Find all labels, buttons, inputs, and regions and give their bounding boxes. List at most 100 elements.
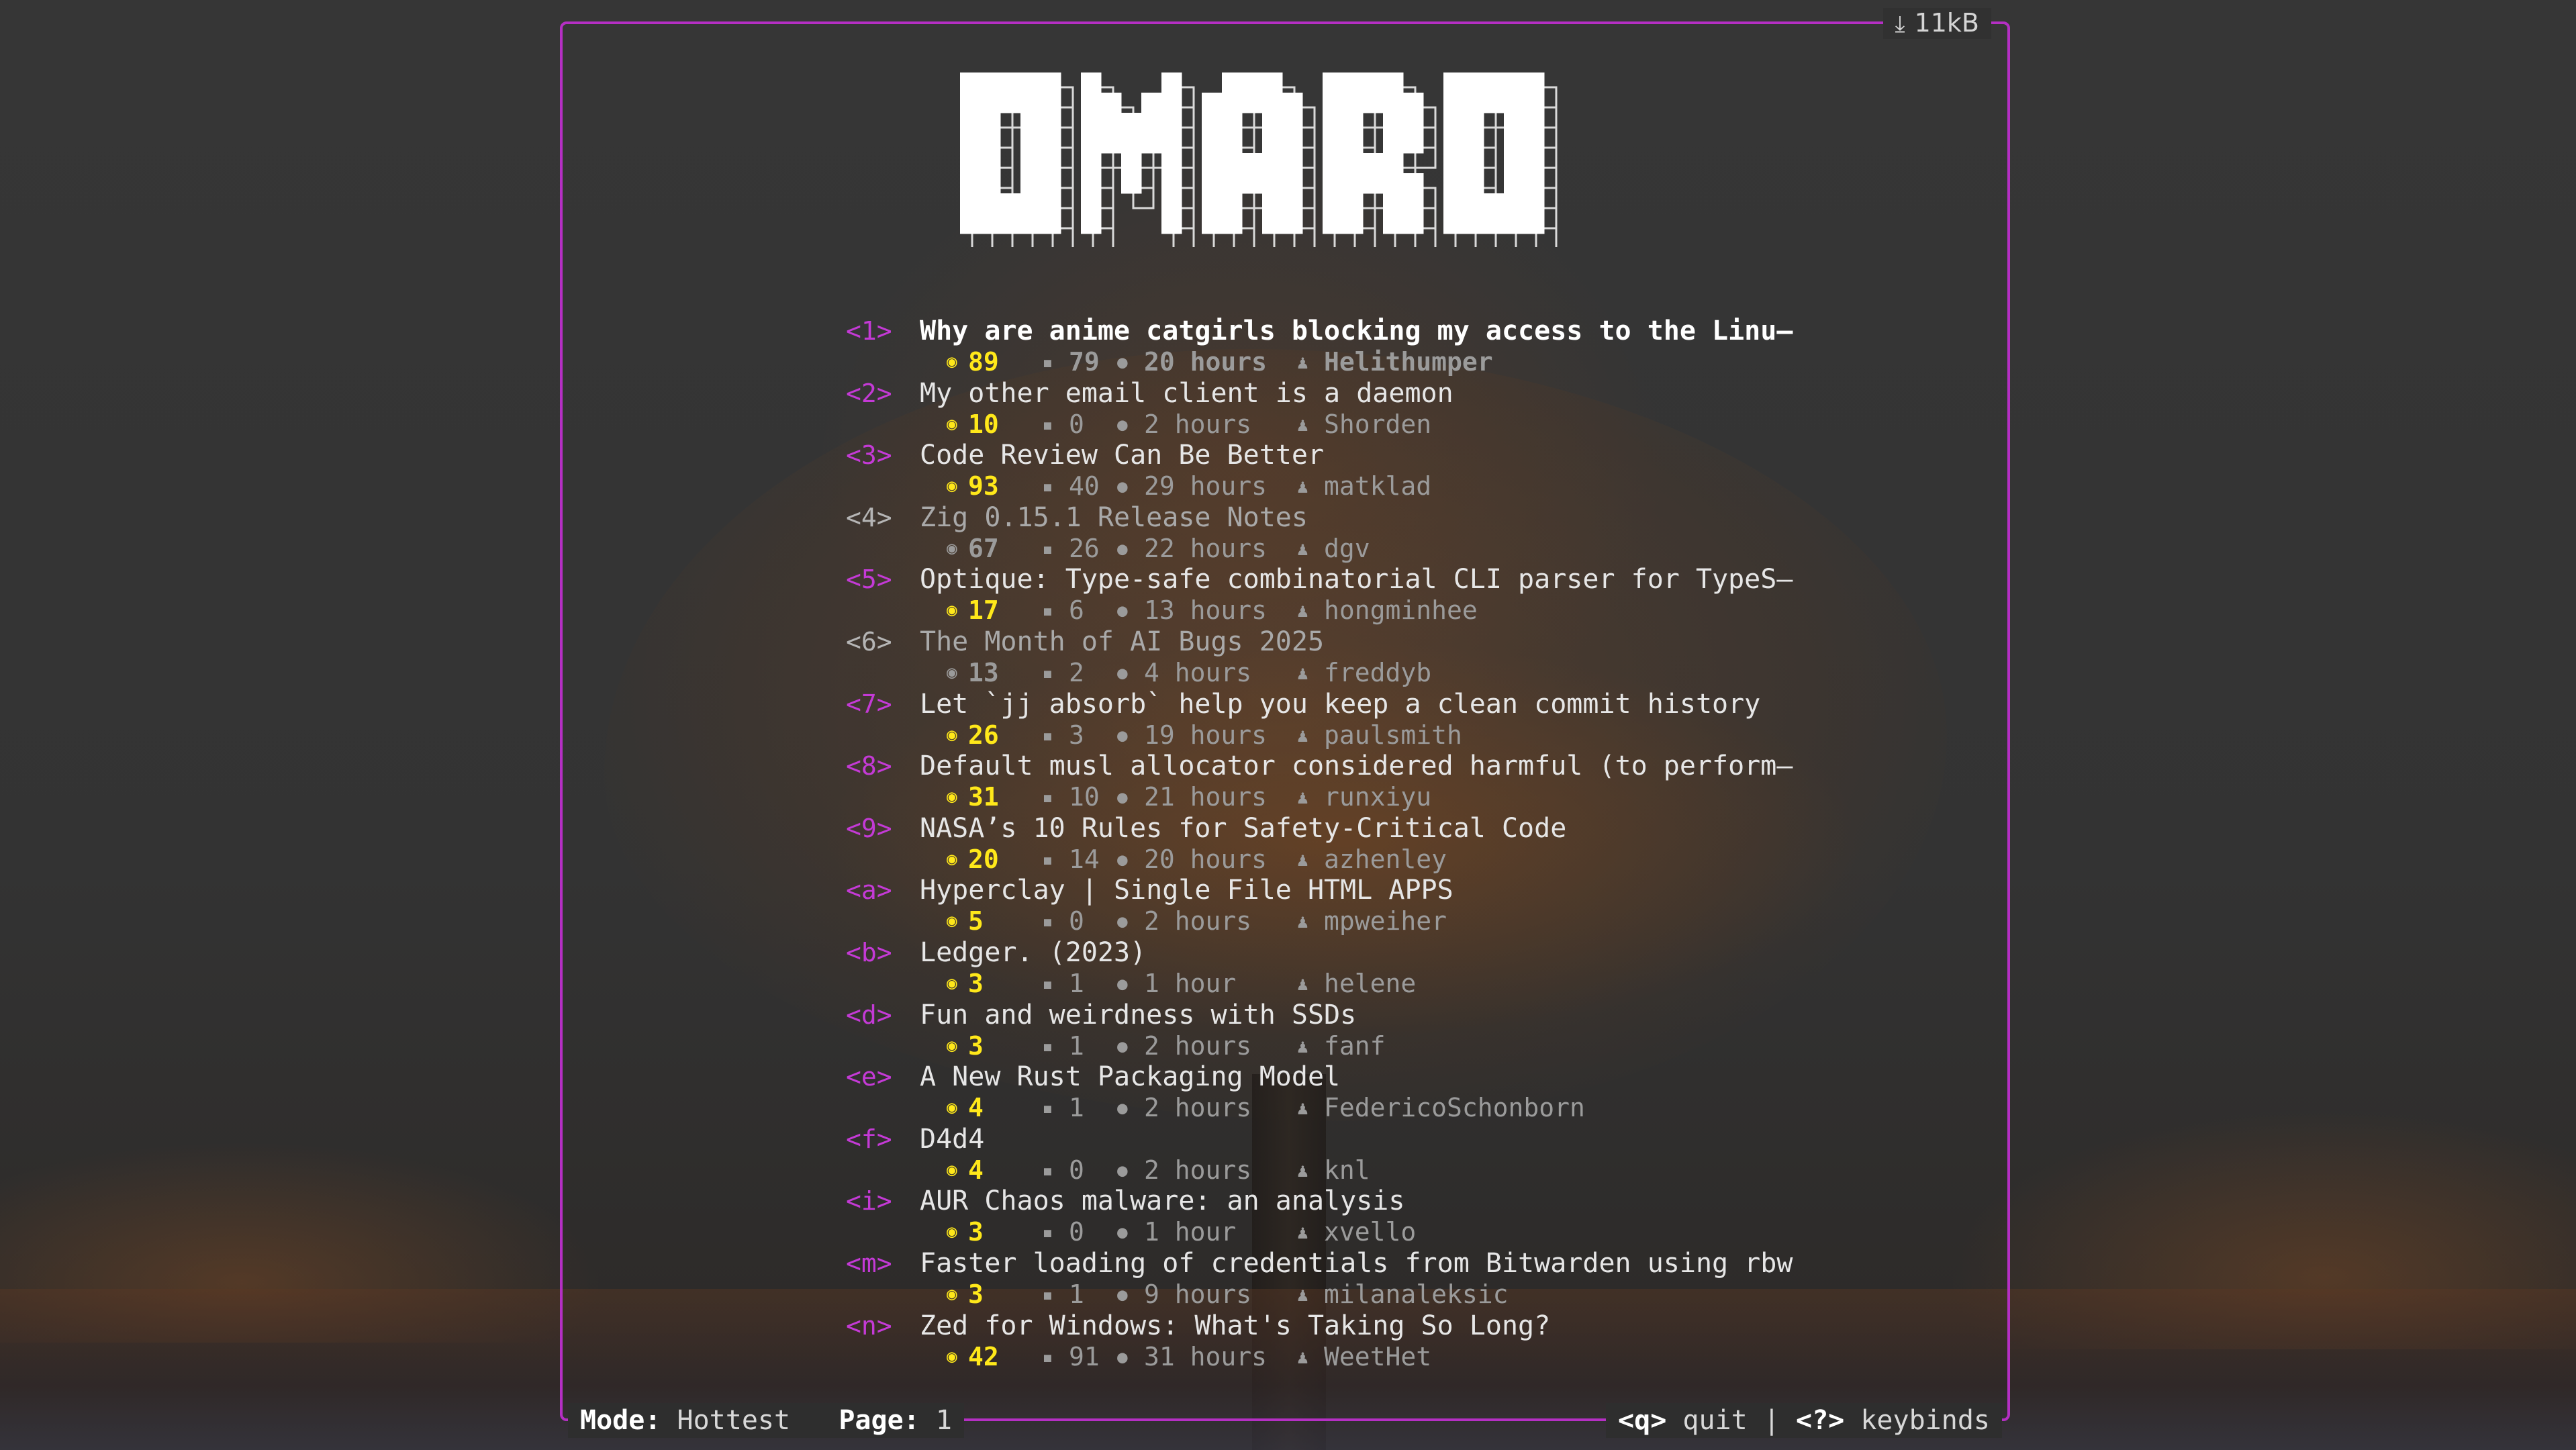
story-key[interactable]: <4> (846, 502, 892, 533)
story-key[interactable]: <6> (846, 626, 892, 657)
story-key[interactable]: <d> (846, 1000, 892, 1030)
story-item[interactable]: <9> NASA’s 10 Rules for Safety-Critical C… (846, 813, 1786, 875)
story-title[interactable]: NASA’s 10 Rules for Safety-Critical Code (920, 813, 1566, 844)
user-icon: ♟ (1297, 1221, 1308, 1244)
story-comments[interactable]: 91 (1069, 1341, 1117, 1372)
story-item[interactable]: <1> Why are anime catgirls blocking my ac… (846, 316, 1793, 378)
story-title[interactable]: Optique: Type-safe combinatorial CLI par… (920, 564, 1793, 595)
story-item[interactable]: <n> Zed for Windows: What's Taking So Lon… (846, 1310, 1786, 1373)
score-icon: ◉ (947, 1098, 957, 1118)
score-icon: ◉ (947, 1284, 957, 1304)
story-title[interactable]: Zed for Windows: What's Taking So Long? (920, 1310, 1550, 1341)
story-key[interactable]: <8> (846, 751, 892, 781)
story-comments[interactable]: 1 (1069, 1030, 1117, 1061)
user-icon: ♟ (1297, 786, 1308, 809)
story-comments[interactable]: 0 (1069, 1155, 1117, 1186)
story-title[interactable]: Zig 0.15.1 Release Notes (920, 502, 1308, 533)
story-comments[interactable]: 1 (1069, 1092, 1117, 1123)
story-comments[interactable]: 0 (1069, 1216, 1117, 1247)
story-comments[interactable]: 14 (1069, 844, 1117, 875)
story-author: xvello (1324, 1217, 1417, 1247)
story-key[interactable]: <1> (846, 316, 892, 346)
story-comments[interactable]: 1 (1069, 1279, 1117, 1310)
story-comments[interactable]: 6 (1069, 595, 1117, 626)
story-key[interactable]: <a> (846, 875, 892, 906)
story-item[interactable]: <f> D4d4 ◉ 4 ▪ 0 ● 2 hours ♟ knl (846, 1124, 1786, 1186)
story-key[interactable]: <2> (846, 378, 892, 409)
comment-icon: ▪ (1042, 1159, 1053, 1181)
story-age: 2 hours (1144, 1155, 1252, 1185)
story-item[interactable]: <6> The Month of AI Bugs 2025 ◉ 13 ▪ 2 ● 4 hour… (846, 626, 1786, 689)
story-key[interactable]: <7> (846, 689, 892, 720)
story-item[interactable]: <5> Optique: Type-safe combinatorial CLI … (846, 564, 1793, 626)
story-item[interactable]: <m> Faster loading of credentials from Bi… (846, 1248, 1793, 1310)
story-meta: ◉ 3 ▪ 0 ● 1 hour ♟ xvello (947, 1216, 1416, 1248)
download-size: 11kB (1914, 8, 1979, 38)
story-comments[interactable]: 0 (1069, 906, 1117, 936)
story-comments[interactable]: 26 (1069, 533, 1117, 564)
story-comments[interactable]: 3 (1069, 720, 1117, 751)
story-item[interactable]: <7> Let `jj absorb` help you keep a clean… (846, 689, 1786, 751)
story-score: 5 (968, 906, 984, 936)
separator: | (1763, 1405, 1780, 1436)
story-title[interactable]: Hyperclay | Single File HTML APPS (920, 875, 1453, 906)
story-comments[interactable]: 2 (1069, 657, 1117, 688)
story-meta: ◉ 13 ▪ 2 ● 4 hours ♟ freddyb (947, 657, 1431, 689)
user-icon: ♟ (1297, 1345, 1308, 1368)
story-title[interactable]: Fun and weirdness with SSDs (920, 1000, 1356, 1030)
story-score: 13 (968, 657, 999, 687)
story-title[interactable]: Faster loading of credentials from Bitwa… (920, 1248, 1793, 1279)
mode-value[interactable]: Hottest (677, 1405, 791, 1436)
quit-key[interactable]: <q> (1618, 1405, 1666, 1436)
story-title[interactable]: Code Review Can Be Better (920, 440, 1324, 471)
story-author: milanaleksic (1324, 1279, 1509, 1309)
story-title[interactable]: AUR Chaos malware: an analysis (920, 1186, 1404, 1216)
clock-icon: ● (1117, 538, 1128, 559)
story-author: FedericoSchonborn (1324, 1093, 1585, 1123)
story-author: matklad (1324, 471, 1432, 501)
story-key[interactable]: <b> (846, 937, 892, 968)
story-title[interactable]: A New Rust Packaging Model (920, 1061, 1340, 1092)
story-item[interactable]: <2> My other email client is a daemon ◉ 10 ▪… (846, 378, 1786, 440)
story-key[interactable]: <i> (846, 1186, 892, 1216)
story-item[interactable]: <a> Hyperclay | Single File HTML APPS ◉ 5 ▪ 0… (846, 875, 1786, 937)
story-title[interactable]: Why are anime catgirls blocking my acces… (920, 316, 1793, 346)
story-title[interactable]: Let `jj absorb` help you keep a clean co… (920, 689, 1760, 720)
story-title[interactable]: Default musl allocator considered harmfu… (920, 751, 1793, 781)
story-item[interactable]: <b> Ledger. (2023) ◉ 3 ▪ 1 ● 1 hour ♟ helene (846, 937, 1786, 1000)
keybinds-key[interactable]: <?> (1796, 1405, 1844, 1436)
story-comments[interactable]: 79 (1069, 346, 1117, 377)
keybinds-label: keybinds (1860, 1405, 1990, 1436)
story-age: 29 hours (1144, 471, 1268, 501)
story-comments[interactable]: 1 (1069, 968, 1117, 999)
story-key[interactable]: <f> (846, 1124, 892, 1155)
story-key[interactable]: <m> (846, 1248, 892, 1279)
story-item[interactable]: <3> Code Review Can Be Better ◉ 93 ▪ 40 ● 29 ho… (846, 440, 1786, 502)
story-item[interactable]: <4> Zig 0.15.1 Release Notes ◉ 67 ▪ 26 ● 22 hou… (846, 502, 1786, 565)
story-author: mpweiher (1324, 906, 1447, 936)
story-title[interactable]: Ledger. (2023) (920, 937, 1146, 968)
story-key[interactable]: <3> (846, 440, 892, 471)
story-title[interactable]: The Month of AI Bugs 2025 (920, 626, 1324, 657)
comment-icon: ▪ (1042, 1034, 1053, 1057)
story-key[interactable]: <n> (846, 1310, 892, 1341)
story-title[interactable]: My other email client is a daemon (920, 378, 1453, 409)
story-comments[interactable]: 40 (1069, 471, 1117, 501)
story-meta: ◉ 31 ▪ 10 ● 21 hours ♟ runxiyu (947, 781, 1431, 813)
story-meta: ◉ 26 ▪ 3 ● 19 hours ♟ paulsmith (947, 720, 1462, 751)
story-author: hongminhee (1324, 595, 1478, 626)
story-item[interactable]: <e> A New Rust Packaging Model ◉ 4 ▪ 1 ● 2 hour… (846, 1061, 1786, 1124)
story-key[interactable]: <5> (846, 564, 892, 595)
story-comments[interactable]: 0 (1069, 409, 1117, 440)
download-size-indicator: ⤓ 11kB (1882, 8, 1991, 39)
score-icon: ◉ (947, 352, 957, 372)
story-item[interactable]: <d> Fun and weirdness with SSDs ◉ 3 ▪ 1 ● 2 hou… (846, 1000, 1786, 1062)
story-key[interactable]: <9> (846, 813, 892, 844)
story-title[interactable]: D4d4 (920, 1124, 984, 1155)
story-item[interactable]: <i> AUR Chaos malware: an analysis ◉ 3 ▪ 0 ● 1 … (846, 1186, 1786, 1248)
story-comments[interactable]: 10 (1069, 781, 1117, 812)
app-logo (960, 72, 1558, 247)
story-item[interactable]: <8> Default musl allocator considered har… (846, 751, 1793, 813)
story-key[interactable]: <e> (846, 1061, 892, 1092)
user-icon: ♟ (1297, 1283, 1308, 1306)
